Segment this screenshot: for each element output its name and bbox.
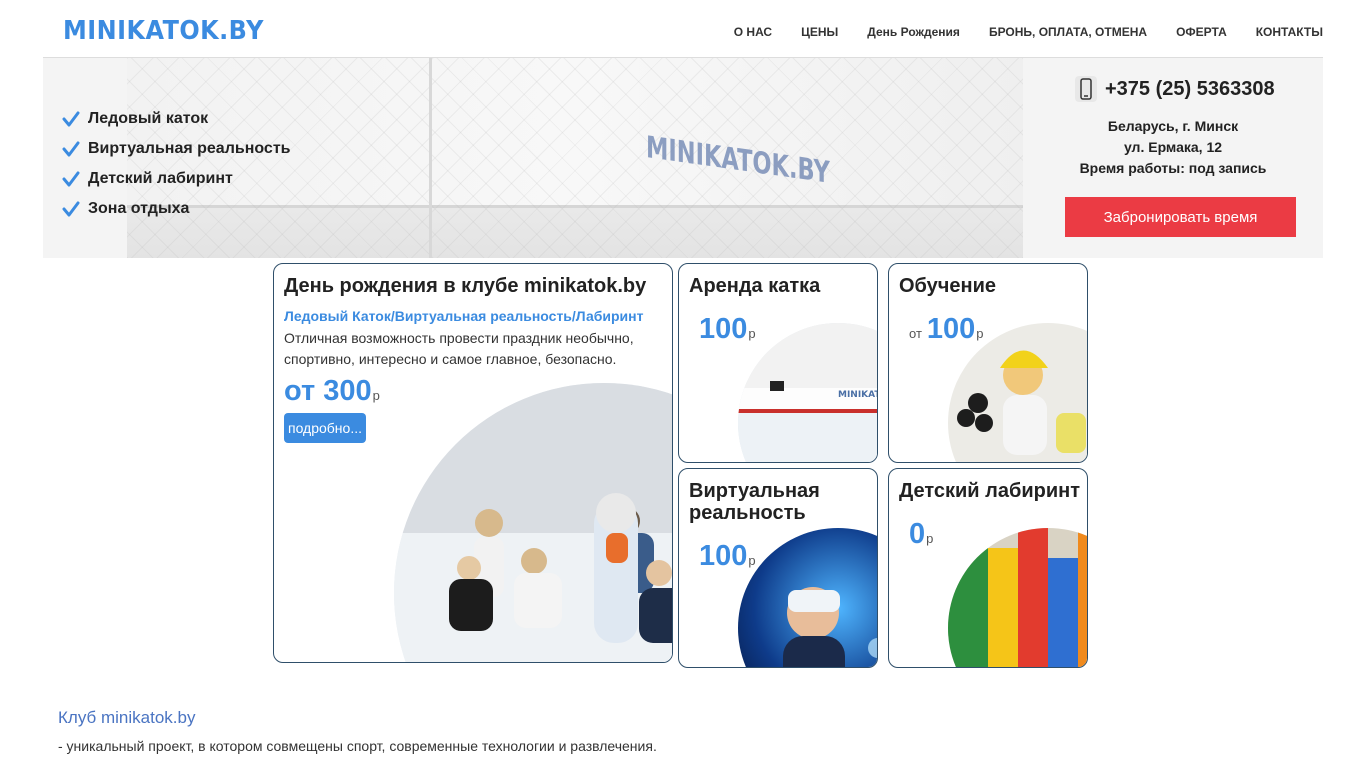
feature-label: Зона отдыха: [88, 200, 190, 217]
price-prefix: от: [909, 326, 922, 341]
nav-birthday[interactable]: День Рождения: [867, 25, 960, 39]
price-value: 100: [699, 540, 748, 572]
card-title: Аренда катка: [689, 275, 821, 297]
card-description: Отличная возможность провести праздник н…: [284, 330, 634, 367]
feature-label: Виртуальная реальность: [88, 140, 291, 157]
price-currency: р: [748, 553, 756, 568]
checkmark-icon: [62, 141, 80, 157]
feature-label: Детский лабиринт: [88, 170, 233, 187]
club-title: Клуб minikatok.by: [58, 708, 196, 727]
card-birthday[interactable]: День рождения в клубе minikatok.by Ледов…: [273, 263, 673, 663]
card-price: от 300 р: [284, 375, 380, 408]
price-value: 100: [926, 313, 976, 345]
card-price: 0 р: [909, 518, 933, 551]
card-training[interactable]: Обучение от 100 р: [888, 263, 1088, 463]
rink-photo: MINIKATOK.BY: [738, 323, 878, 462]
card-title: День рождения в клубе minikatok.by: [284, 275, 647, 297]
feature-item: Детский лабиринт: [62, 164, 290, 194]
net-post: [429, 58, 432, 258]
nav-booking[interactable]: БРОНЬ, ОПЛАТА, ОТМЕНА: [989, 25, 1147, 39]
nav-offer[interactable]: ОФЕРТА: [1176, 25, 1227, 39]
working-hours: Время работы: под запись: [1079, 160, 1267, 176]
club-description: - уникальный проект, в котором совмещены…: [58, 738, 657, 754]
price-currency: р: [976, 326, 984, 341]
phone-row[interactable]: +375 (25) 5363308: [1075, 76, 1275, 102]
svg-text:MINIKATOK.BY: MINIKATOK.BY: [838, 390, 878, 400]
address-block: Беларусь, г. Минск ул. Ермака, 12 Время …: [1023, 116, 1323, 179]
card-title: Обучение: [899, 275, 997, 297]
price-value: 300: [323, 375, 372, 407]
price-currency: р: [926, 531, 934, 546]
feature-label: Ледовый каток: [88, 110, 209, 127]
more-details-button[interactable]: подробно...: [284, 413, 366, 443]
birthday-photo: [394, 383, 672, 662]
feature-item: Зона отдыха: [62, 194, 290, 224]
card-subtitle: Ледовый Каток/Виртуальная реальность/Лаб…: [284, 308, 644, 324]
nav-contacts[interactable]: КОНТАКТЫ: [1256, 25, 1323, 39]
price-value: 100: [699, 313, 748, 345]
card-price: 100 р: [699, 313, 756, 346]
checkmark-icon: [62, 111, 80, 127]
maze-photo: [948, 528, 1087, 667]
address-city: Беларусь, г. Минск: [1107, 118, 1239, 134]
vr-photo: [738, 528, 877, 667]
price-value: 0: [909, 518, 926, 550]
price-currency: р: [372, 388, 380, 403]
main-nav: О НАС ЦЕНЫ День Рождения БРОНЬ, ОПЛАТА, …: [734, 25, 1323, 39]
nav-about[interactable]: О НАС: [734, 25, 772, 39]
checkmark-icon: [62, 201, 80, 217]
card-rink-rental[interactable]: Аренда катка 100 р MINIKATOK.BY: [678, 263, 878, 463]
phone-number[interactable]: +375 (25) 5363308: [1105, 78, 1275, 101]
price-prefix: от: [284, 375, 316, 407]
mobile-phone-icon: [1075, 76, 1097, 102]
price-currency: р: [748, 326, 756, 341]
card-virtual-reality[interactable]: Виртуальная реальность 100 р: [678, 468, 878, 668]
card-title: Виртуальная реальность: [689, 480, 820, 524]
feature-item: Ледовый каток: [62, 104, 290, 134]
card-title: Детский лабиринт: [899, 480, 1081, 502]
site-logo[interactable]: MINIKATOK.BY: [63, 16, 264, 46]
feature-item: Виртуальная реальность: [62, 134, 290, 164]
checkmark-icon: [62, 171, 80, 187]
nav-prices[interactable]: ЦЕНЫ: [801, 25, 838, 39]
card-price: от 100 р: [909, 313, 984, 346]
card-kids-maze[interactable]: Детский лабиринт 0 р: [888, 468, 1088, 668]
feature-list: Ледовый каток Виртуальная реальность Дет…: [62, 104, 290, 224]
address-street: ул. Ермака, 12: [1123, 139, 1223, 155]
book-time-button[interactable]: Забронировать время: [1065, 197, 1296, 237]
card-price: 100 р: [699, 540, 756, 573]
contact-panel: +375 (25) 5363308 Беларусь, г. Минск ул.…: [1023, 58, 1323, 258]
